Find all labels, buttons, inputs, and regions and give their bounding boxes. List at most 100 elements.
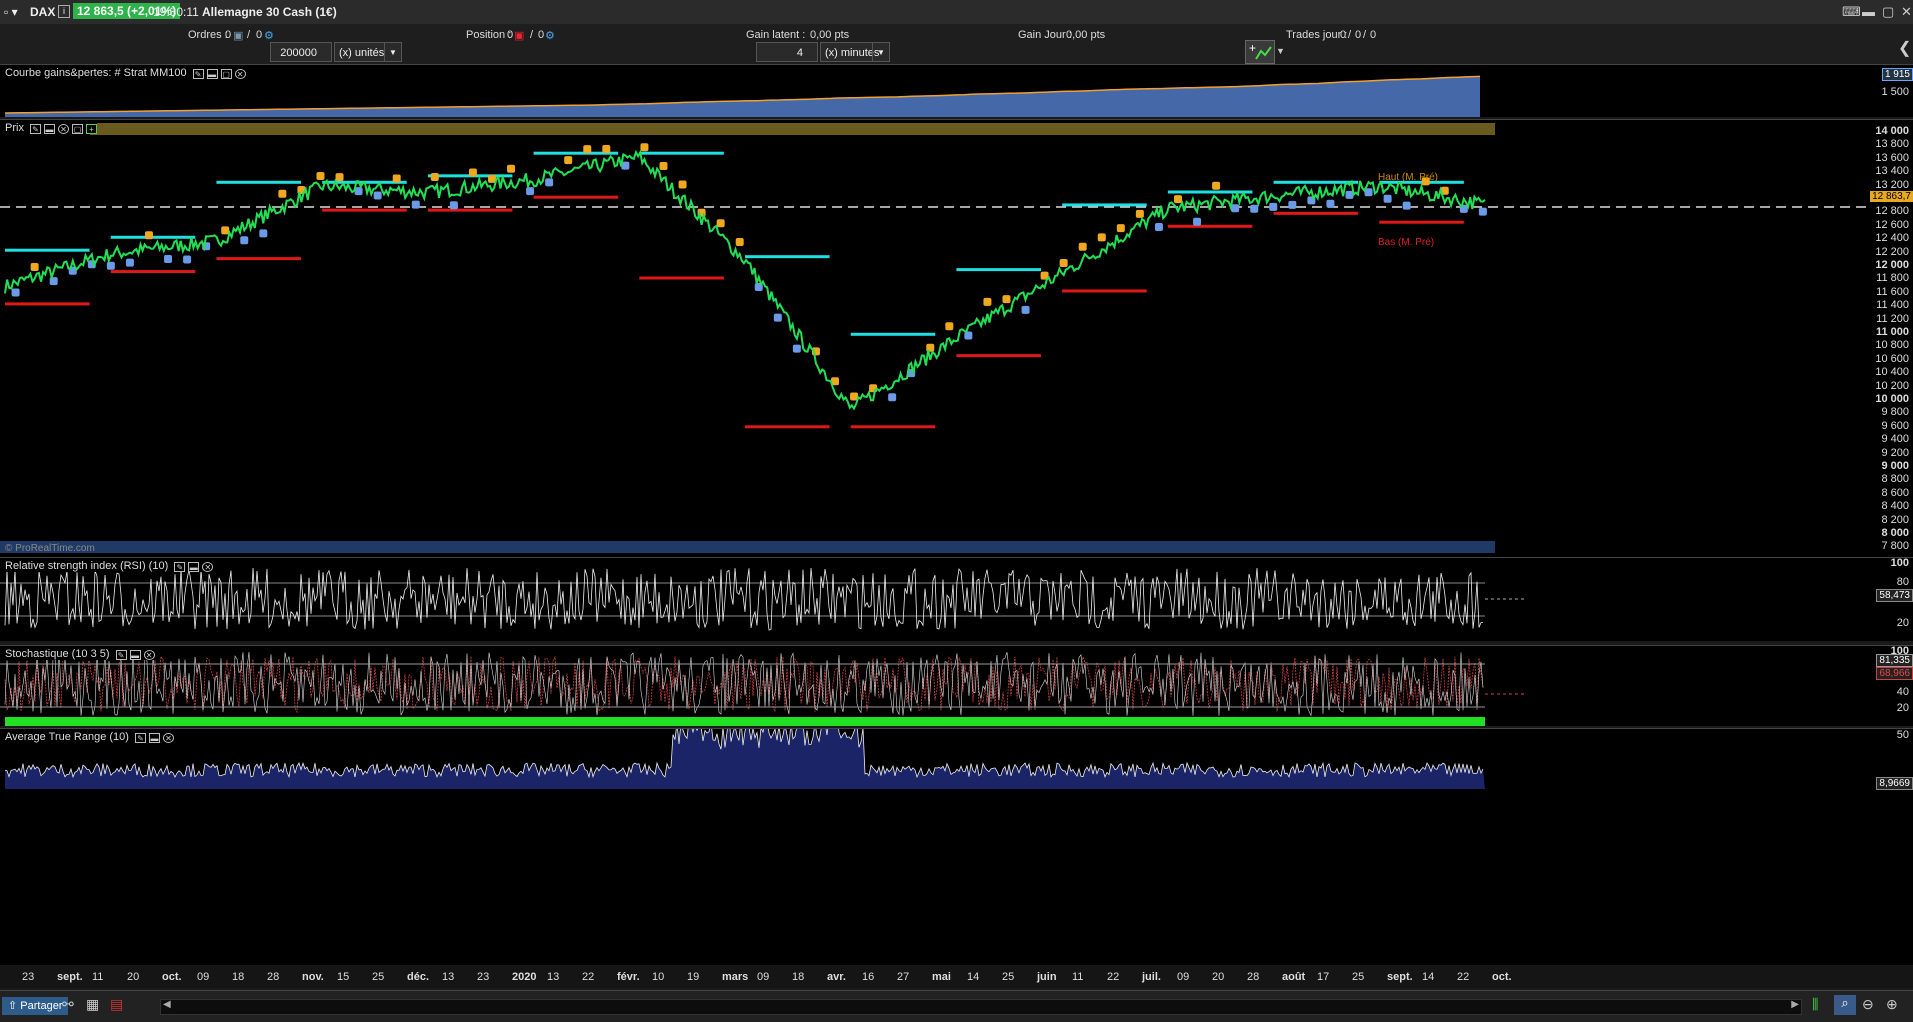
sell-marker (602, 144, 611, 153)
share-button[interactable]: ⇧ Partager (2, 997, 69, 1015)
orders-icon[interactable]: ▣ (233, 29, 243, 42)
date-axis-label: oct. (1492, 971, 1512, 983)
price-title-text: Prix (5, 122, 24, 134)
date-axis-label: 22 (582, 971, 595, 983)
price-tag: 12 863,7 (1870, 191, 1913, 202)
keyboard-icon[interactable]: ⌨ (1842, 4, 1861, 20)
position-value-2: 0 (538, 29, 545, 41)
date-axis-label: 09 (757, 971, 770, 983)
minimize-panel-icon[interactable]: ▬ (44, 124, 56, 134)
close-panel-icon[interactable]: ✕ (58, 124, 70, 134)
buy-marker (773, 313, 782, 322)
zoom-in-icon[interactable]: ⊕ (1886, 996, 1898, 1013)
minimize-button[interactable]: ▬ (1862, 4, 1875, 19)
buy-marker (164, 254, 173, 263)
sell-marker (278, 189, 287, 198)
scroll-right-icon[interactable]: ▶ (1791, 999, 1799, 1010)
atr-y-axis: 50 8,9669 (1869, 729, 1913, 965)
position-gear-icon[interactable]: ⚙ (545, 29, 555, 42)
buy-marker (259, 229, 268, 238)
zoom-area-icon[interactable]: ⌕ (1834, 995, 1856, 1015)
sell-marker (659, 161, 668, 170)
info-icon[interactable]: i (58, 5, 70, 18)
date-axis: 23 sept. 11 20 oct. 09 18 28 nov. 15 25 déc. 13 23 202… (0, 966, 1913, 988)
screener-icon[interactable]: ▤ (110, 996, 123, 1013)
date-axis-label: 25 (1352, 971, 1365, 983)
resistance-level (216, 180, 301, 184)
equity-curve-panel: Courbe gains&pertes: # Strat MM100 ✎ ▬ ▢ ✕ … (0, 64, 1913, 117)
date-axis-label: nov. (302, 971, 324, 983)
price-y-label: 9 400 (1881, 433, 1909, 446)
date-axis-label: oct. (162, 971, 182, 983)
trades-value-2: 0 (1355, 29, 1362, 41)
wrench-icon[interactable]: ✎ (115, 650, 127, 660)
sell-marker (583, 145, 592, 154)
sidebar-toggle-icon[interactable]: ❮ (1898, 38, 1911, 58)
equity-value-tag: 1 915 (1881, 68, 1913, 81)
sell-marker (1002, 295, 1011, 304)
strategy-menu-chevron-icon[interactable]: ▼ (1276, 46, 1285, 56)
buy-marker (1383, 194, 1392, 203)
scroll-left-icon[interactable]: ◀ (163, 999, 171, 1010)
rsi-title-text: Relative strength index (RSI) (10) (5, 560, 169, 572)
close-panel-icon[interactable]: ✕ (143, 650, 155, 660)
quantity-stepper[interactable]: 200000 (270, 42, 332, 62)
price-y-label: 10 800 (1875, 339, 1909, 352)
support-level (1062, 289, 1147, 293)
position-icon[interactable]: ▣ (514, 29, 524, 42)
sell-marker (678, 180, 687, 189)
latent-gain-value: 0,00 pts (810, 29, 850, 41)
price-y-label: 10 600 (1875, 352, 1909, 365)
minimize-panel-icon[interactable]: ▬ (129, 650, 141, 660)
rsi-plot (0, 567, 1525, 631)
wrench-icon[interactable]: ✎ (30, 124, 42, 134)
timeframe-unit-select[interactable]: (x) minutes ▼ (820, 42, 890, 62)
strategy-icon[interactable]: + (1245, 40, 1275, 64)
sell-marker (507, 164, 516, 173)
close-panel-icon[interactable]: ✕ (163, 733, 174, 743)
date-axis-label: 11 (92, 971, 104, 983)
date-axis-label: 14 (1422, 971, 1435, 983)
timeframe-stepper[interactable]: 4 (756, 42, 818, 62)
price-y-label: 13 800 (1875, 138, 1909, 151)
support-level (216, 257, 301, 261)
calculator-icon[interactable]: ▦ (86, 996, 99, 1013)
date-axis-label: 22 (1457, 971, 1470, 983)
zoom-out-icon[interactable]: ⊖ (1862, 996, 1874, 1013)
annotation-low: Bas (M. Pré) (1378, 237, 1434, 248)
resistance-level (1167, 190, 1253, 194)
buy-marker (125, 258, 134, 267)
add-indicator-icon[interactable]: + (86, 124, 98, 134)
minimize-panel-icon[interactable]: ▬ (149, 733, 160, 743)
sell-marker (335, 173, 344, 182)
rsi-y-label: 80 (1896, 576, 1909, 588)
date-axis-label: 28 (267, 971, 280, 983)
sell-marker (30, 262, 39, 271)
maximize-button[interactable]: ▢ (1882, 4, 1894, 20)
sell-marker (1097, 233, 1106, 242)
chart-type-icon[interactable]: ⫼ (1812, 996, 1818, 1013)
sell-marker (316, 171, 325, 180)
bottom-label-strip (0, 541, 1495, 553)
orders-label: Ordres : (188, 29, 228, 41)
price-y-label: 13 600 (1875, 151, 1909, 164)
orders-gear-icon[interactable]: ⚙ (264, 29, 274, 42)
buy-marker (1478, 207, 1487, 216)
horizontal-scrollbar[interactable]: ◀ ▶ (160, 999, 1802, 1015)
wrench-icon[interactable]: ✎ (135, 733, 146, 743)
atr-panel-title: Average True Range (10) ✎ ▬ ✕ (5, 731, 174, 743)
date-axis-label: 15 (337, 971, 350, 983)
orders-value-2: 0 (256, 29, 263, 41)
maximize-panel-icon[interactable]: ▢ (72, 124, 84, 134)
resistance-level (5, 248, 90, 252)
price-y-label: 11 000 (1875, 326, 1909, 338)
minimize-panel-icon[interactable]: ▬ (188, 562, 200, 572)
indicators-icon[interactable]: ⚯ (62, 996, 74, 1013)
quantity-unit-select[interactable]: (x) unités ▼ (334, 42, 402, 62)
close-panel-icon[interactable]: ✕ (202, 562, 214, 572)
clock: 19:30:11 (153, 5, 199, 19)
window-menu-icon[interactable]: ▫ ▾ (4, 5, 18, 19)
close-button[interactable]: ✕ (1901, 4, 1912, 20)
instrument-menu[interactable]: DAX (30, 5, 55, 19)
wrench-icon[interactable]: ✎ (174, 562, 186, 572)
